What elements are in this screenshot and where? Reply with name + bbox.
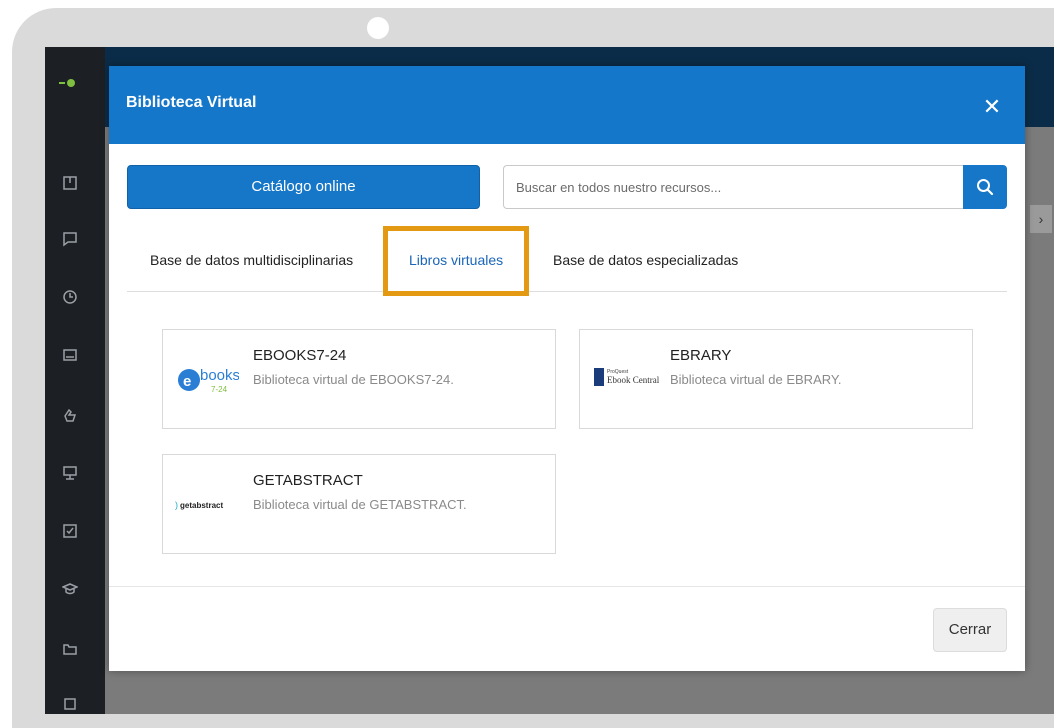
svg-text:): )	[175, 500, 178, 510]
tab-base-de-datos-multidisciplinarias[interactable]: Base de datos multidisciplinarias	[150, 252, 353, 268]
svg-text:7-24: 7-24	[211, 385, 228, 394]
card-description: Biblioteca virtual de EBOOKS7-24.	[253, 372, 454, 387]
search-bar	[503, 165, 1007, 209]
svg-text:getabstract: getabstract	[180, 501, 223, 510]
search-button[interactable]	[963, 165, 1007, 209]
card-title: GETABSTRACT	[253, 472, 363, 489]
app-sidebar	[45, 47, 105, 714]
tab-libros-virtuales[interactable]: Libros virtuales	[409, 252, 503, 268]
resource-card-ebrary[interactable]: ProQuest Ebook Central EBRARY Biblioteca…	[579, 329, 973, 429]
folder-icon[interactable]	[60, 641, 80, 661]
getabstract-logo: ) getabstract	[175, 483, 239, 523]
ebooks-logo: e books 7-24	[175, 358, 240, 398]
modal-header: Biblioteca Virtual ✕	[109, 66, 1025, 144]
chat-icon[interactable]	[60, 231, 80, 251]
tab-base-de-datos-especializadas[interactable]: Base de datos especializadas	[553, 252, 738, 268]
resource-tabs: Base de datos multidisciplinarias Libros…	[127, 226, 1007, 296]
card-description: Biblioteca virtual de GETABSTRACT.	[253, 497, 467, 512]
book-icon[interactable]	[60, 175, 80, 195]
resource-card-ebooks7-24[interactable]: e books 7-24 EBOOKS7-24 Biblioteca virtu…	[162, 329, 556, 429]
cerrar-button[interactable]: Cerrar	[933, 608, 1007, 652]
resource-card-getabstract[interactable]: ) getabstract GETABSTRACT Biblioteca vir…	[162, 454, 556, 554]
search-input[interactable]	[503, 165, 963, 209]
catalog-online-button[interactable]: Catálogo online	[127, 165, 480, 209]
biblioteca-virtual-modal: Biblioteca Virtual ✕ Catálogo online Bas…	[109, 66, 1025, 671]
graduation-cap-icon[interactable]	[60, 581, 80, 601]
svg-text:e: e	[183, 373, 191, 390]
device-camera	[367, 17, 389, 39]
svg-text:Ebook Central: Ebook Central	[607, 375, 660, 385]
chevron-right-icon[interactable]: ›	[1030, 205, 1052, 233]
clock-icon[interactable]	[60, 289, 80, 309]
close-icon[interactable]: ✕	[979, 94, 1005, 120]
help-icon[interactable]	[60, 695, 80, 714]
ebook-central-logo: ProQuest Ebook Central	[592, 358, 660, 398]
card-title: EBOOKS7-24	[253, 347, 347, 364]
card-description: Biblioteca virtual de EBRARY.	[670, 372, 842, 387]
presentation-icon[interactable]	[60, 465, 80, 485]
svg-text:books: books	[200, 367, 239, 384]
thumb-icon[interactable]	[60, 407, 80, 427]
card-title: EBRARY	[670, 347, 732, 364]
search-icon	[977, 179, 994, 196]
modal-title: Biblioteca Virtual	[126, 94, 257, 111]
checkbox-icon[interactable]	[60, 523, 80, 543]
modal-footer: Cerrar	[109, 586, 1025, 671]
device-frame: › Biblioteca Virtual ✕ Catálogo online B…	[0, 0, 1054, 728]
card-icon[interactable]	[60, 347, 80, 367]
app-logo	[59, 79, 79, 87]
